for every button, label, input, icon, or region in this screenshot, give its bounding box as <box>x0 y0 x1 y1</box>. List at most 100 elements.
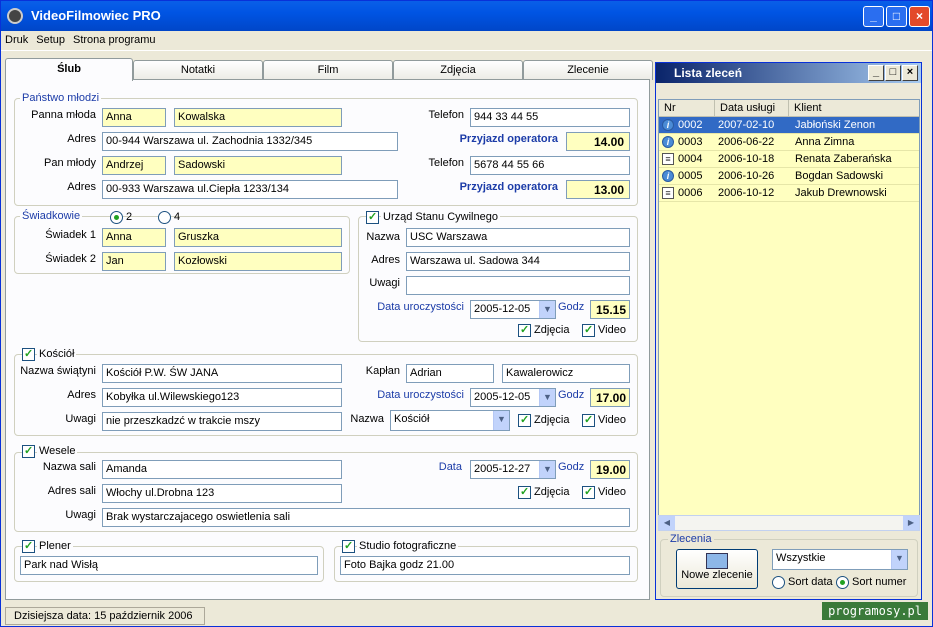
pan-telefon-field[interactable]: 5678 44 55 66 <box>470 156 630 175</box>
pan-adres-field[interactable]: 00-933 Warszawa ul.Ciepła 1233/134 <box>102 180 398 199</box>
chevron-down-icon: ▼ <box>539 389 555 406</box>
pan-label: Pan młody <box>44 157 96 169</box>
wesele-sala-field[interactable]: Amanda <box>102 460 342 479</box>
list-item[interactable]: i 0003 2006-06-22 Anna Zimna <box>659 134 919 151</box>
lista-close-button[interactable]: × <box>902 65 918 81</box>
swiadek2-last-field[interactable]: Kozłowski <box>174 252 342 271</box>
kosciol-data-label: Data uroczystości <box>377 389 464 401</box>
swiadkowie-group-label: Świadkowie <box>20 210 83 222</box>
usc-uwagi-field[interactable] <box>406 276 630 295</box>
window-title: VideoFilmowiec PRO <box>31 8 161 23</box>
scroll-right-icon[interactable]: ▶ <box>903 516 919 530</box>
panna-last-field[interactable]: Kowalska <box>174 108 342 127</box>
usc-data-value: 2005-12-05 <box>474 303 531 315</box>
swiadkowie-4-label: 4 <box>174 211 181 223</box>
kosciol-typ-select[interactable]: Kościół ▼ <box>390 410 510 431</box>
col-nr[interactable]: Nr <box>659 100 715 117</box>
panna-first-field[interactable]: Anna <box>102 108 166 127</box>
list-item[interactable]: i 0002 2007-02-10 Jabłoński Zenon <box>659 117 919 134</box>
swiadkowie-2-radio[interactable] <box>110 211 123 224</box>
kosciol-godz-field[interactable]: 17.00 <box>590 388 630 407</box>
swiadkowie-4-radio[interactable] <box>158 211 171 224</box>
panna-telefon-label: Telefon <box>428 109 464 121</box>
col-klient[interactable]: Klient <box>789 100 919 117</box>
wesele-data-picker[interactable]: 2005-12-27 ▼ <box>470 460 556 479</box>
list-item[interactable]: ≡ 0006 2006-10-12 Jakub Drewnowski <box>659 185 919 202</box>
usc-video-checkbox[interactable] <box>582 323 595 337</box>
col-data[interactable]: Data usługi <box>715 100 789 117</box>
cell-klient: Renata Zaberańska <box>795 153 892 165</box>
kosciol-uwagi-field[interactable]: nie przeszkadzć w trakcie mszy <box>102 412 342 431</box>
tab-zdjecia[interactable]: Zdjęcia <box>393 60 523 80</box>
kosciol-godz-label: Godz <box>558 389 585 401</box>
menu-strona-programu[interactable]: Strona programu <box>69 31 160 46</box>
kosciol-checkbox[interactable] <box>22 347 35 361</box>
pan-first-field[interactable]: Andrzej <box>102 156 166 175</box>
wesele-data-label: Data <box>438 461 462 473</box>
usc-nazwa-field[interactable]: USC Warszawa <box>406 228 630 247</box>
swiadek1-last-field[interactable]: Gruszka <box>174 228 342 247</box>
wesele-adres-field[interactable]: Włochy ul.Drobna 123 <box>102 484 342 503</box>
lista-maximize-button[interactable]: □ <box>885 65 901 81</box>
wesele-uwagi-field[interactable]: Brak wystarczajacego oswietlenia sali <box>102 508 630 527</box>
kosciol-adres-field[interactable]: Kobyłka ul.Wilewskiego123 <box>102 388 342 407</box>
wesele-godz-field[interactable]: 19.00 <box>590 460 630 479</box>
studio-checkbox[interactable] <box>342 539 355 553</box>
zlecenia-list[interactable]: Nr Data usługi Klient i 0002 2007-02-10 Jab… <box>658 99 920 529</box>
kosciol-video-checkbox[interactable] <box>582 413 595 427</box>
list-item[interactable]: i 0005 2006-10-26 Bogdan Sadowski <box>659 168 919 185</box>
title-bar: VideoFilmowiec PRO _ □ × <box>1 1 932 31</box>
plener-field[interactable]: Park nad Wisłą <box>20 556 318 575</box>
panstwo-group-label: Państwo młodzi <box>20 92 102 104</box>
kosciol-nazwa-field[interactable]: Kościół P.W. ŚW JANA <box>102 364 342 383</box>
kosciol-adres-label: Adres <box>67 389 96 401</box>
usc-godz-field[interactable]: 15.15 <box>590 300 630 319</box>
menu-setup[interactable]: Setup <box>32 31 69 46</box>
cell-data: 2006-10-12 <box>718 187 775 199</box>
wesele-checkbox[interactable] <box>22 444 35 458</box>
wesele-zdjecia-checkbox[interactable] <box>518 485 531 499</box>
swiadek1-first-field[interactable]: Anna <box>102 228 166 247</box>
sort-data-radio[interactable] <box>772 576 785 589</box>
pan-last-field[interactable]: Sadowski <box>174 156 342 175</box>
pan-przyjazd-field[interactable]: 13.00 <box>566 180 630 199</box>
usc-zdjecia-checkbox[interactable] <box>518 323 531 337</box>
kaplan-last-field[interactable]: Kawalerowicz <box>502 364 630 383</box>
cell-nr: 0002 <box>678 119 703 131</box>
lista-zlecen-window: Lista zleceń _ □ × Nr Data usługi Klient… <box>655 62 922 600</box>
kosciol-nazwa-label: Nazwa świątyni <box>20 365 96 377</box>
panna-przyjazd-field[interactable]: 14.00 <box>566 132 630 151</box>
tab-slub[interactable]: Ślub <box>5 58 133 81</box>
usc-data-picker[interactable]: 2005-12-05 ▼ <box>470 300 556 319</box>
panna-adres-field[interactable]: 00-944 Warszawa ul. Zachodnia 1332/345 <box>102 132 398 151</box>
close-button[interactable]: × <box>909 6 930 27</box>
usc-checkbox[interactable] <box>366 210 379 224</box>
tab-film[interactable]: Film <box>263 60 393 80</box>
studio-field[interactable]: Foto Bajka godz 21.00 <box>340 556 630 575</box>
kosciol-data-picker[interactable]: 2005-12-05 ▼ <box>470 388 556 407</box>
list-item[interactable]: ≡ 0004 2006-10-18 Renata Zaberańska <box>659 151 919 168</box>
maximize-button[interactable]: □ <box>886 6 907 27</box>
kosciol-typ-label: Nazwa <box>350 413 384 425</box>
kaplan-first-field[interactable]: Adrian <box>406 364 494 383</box>
sort-numer-radio[interactable] <box>836 576 849 589</box>
usc-adres-field[interactable]: Warszawa ul. Sadowa 344 <box>406 252 630 271</box>
swiadek2-first-field[interactable]: Jan <box>102 252 166 271</box>
usc-uwagi-label: Uwagi <box>369 277 400 289</box>
tab-notatki[interactable]: Notatki <box>133 60 263 80</box>
plener-checkbox[interactable] <box>22 539 35 553</box>
tab-zlecenie[interactable]: Zlecenie <box>523 60 653 80</box>
list-hscrollbar[interactable]: ◀ ▶ <box>658 515 920 531</box>
panna-telefon-field[interactable]: 944 33 44 55 <box>470 108 630 127</box>
tab-strip: Ślub Notatki Film Zdjęcia Zlecenie <box>5 58 653 81</box>
lista-minimize-button[interactable]: _ <box>868 65 884 81</box>
menu-druk[interactable]: Druk <box>1 31 32 46</box>
scroll-left-icon[interactable]: ◀ <box>659 516 675 530</box>
wesele-video-checkbox[interactable] <box>582 485 595 499</box>
filter-select[interactable]: Wszystkie ▼ <box>772 549 908 570</box>
cell-data: 2006-06-22 <box>718 136 775 148</box>
status-bar: Dzisiejsza data: 15 październik 2006 <box>5 607 205 625</box>
new-order-button[interactable]: Nowe zlecenie <box>676 549 758 589</box>
kosciol-zdjecia-checkbox[interactable] <box>518 413 531 427</box>
minimize-button[interactable]: _ <box>863 6 884 27</box>
